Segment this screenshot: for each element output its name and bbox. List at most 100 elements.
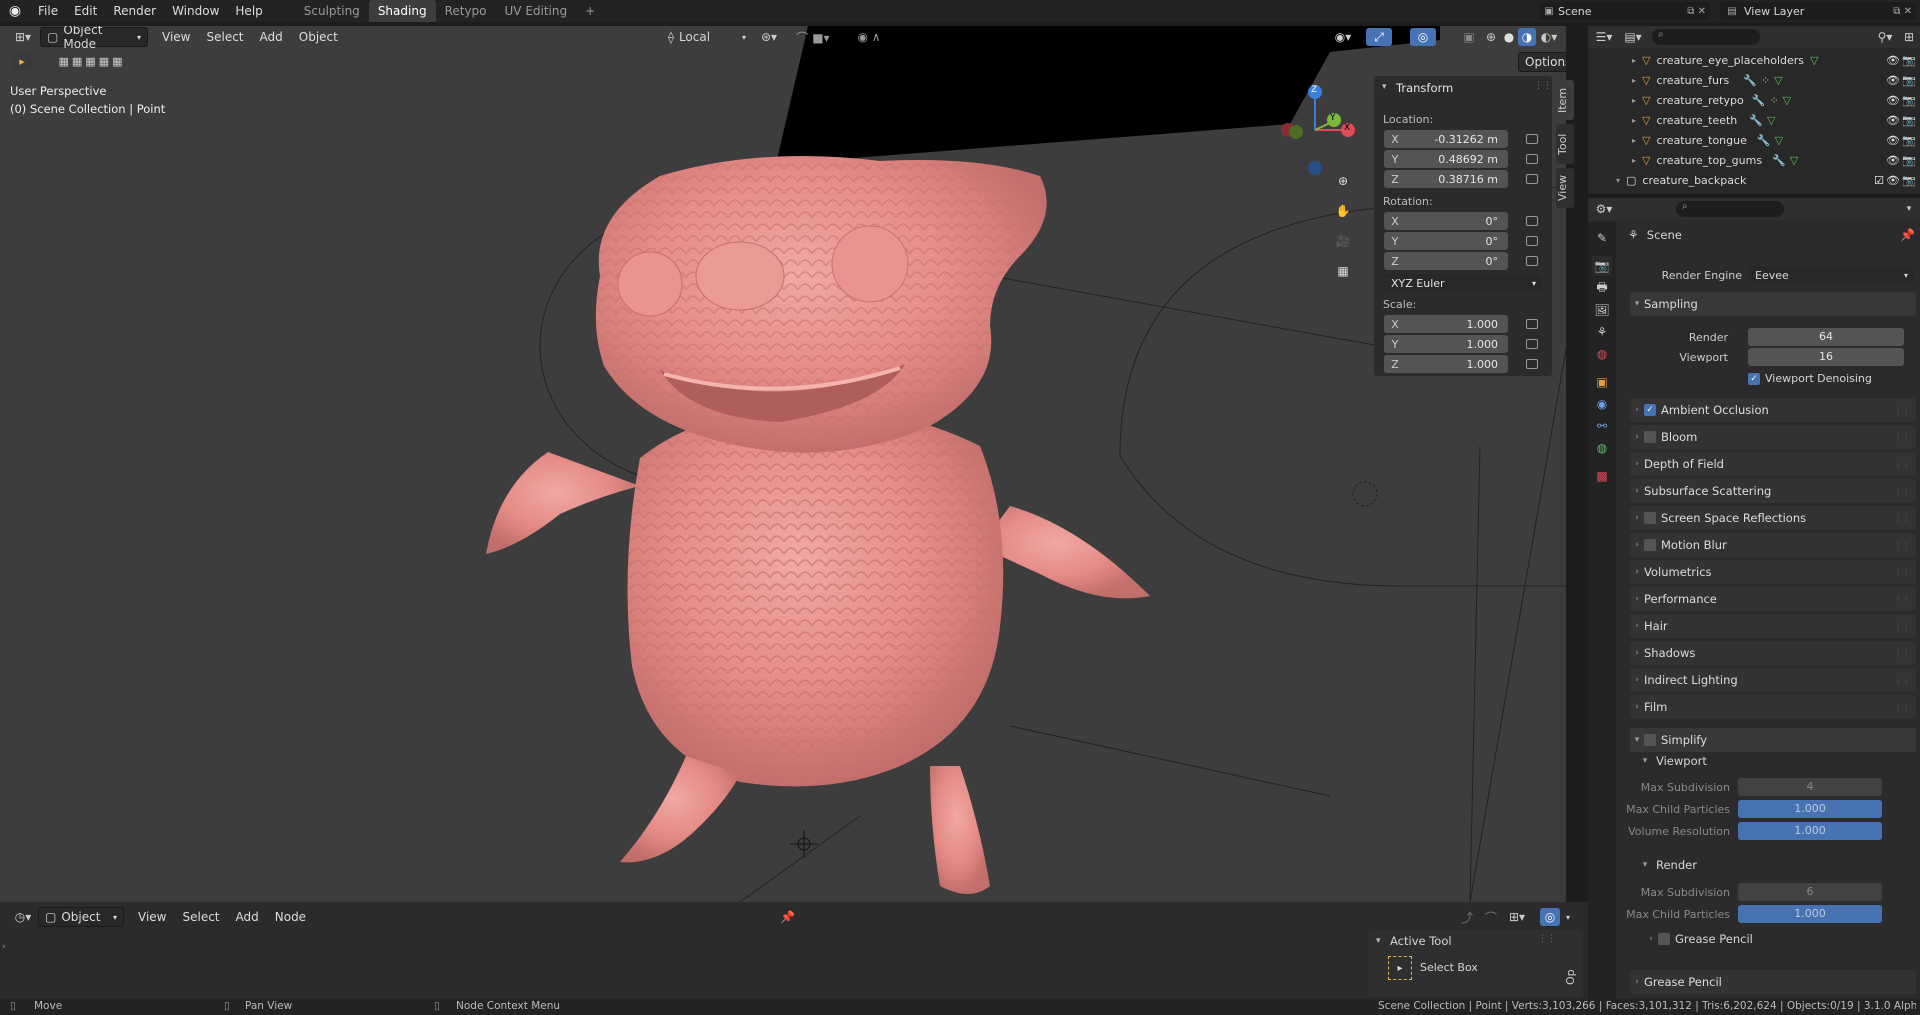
new-collection-icon[interactable]: ⊞ (1898, 30, 1920, 44)
editor-type-icon[interactable]: ☰▾ (1588, 30, 1620, 44)
selection-mode-icons[interactable]: ▦▦▦▦▦ (44, 52, 140, 70)
render-samples-field[interactable]: 64 (1748, 328, 1904, 346)
render-section-header[interactable]: › Indirect Lighting ⋮⋮ (1630, 668, 1916, 692)
location-x-field[interactable]: X -0.31262 m (1384, 130, 1508, 148)
menu-edit[interactable]: Edit (66, 0, 105, 22)
menu-window[interactable]: Window (164, 0, 227, 22)
visibility-eye-icon[interactable]: 👁 (1886, 74, 1900, 87)
scene-selector[interactable]: ▣ Scene ⧉ ✕ (1540, 2, 1710, 20)
output-tab-icon[interactable]: 🖶 (1592, 278, 1612, 298)
drag-handle-icon[interactable]: ⋮⋮ (1894, 676, 1910, 685)
editor-type-icon[interactable]: ⊞▾ (6, 30, 40, 44)
chevron-down-icon[interactable]: ▾ (1562, 913, 1574, 922)
outliner-search-input[interactable]: ⌕ (1652, 29, 1760, 45)
proportional-editing-icon[interactable]: ◉ ∧ (846, 28, 892, 46)
overlay-toggle-icon[interactable]: ◎ (1410, 28, 1436, 46)
editor-type-icon[interactable]: ⚙▾ (1588, 202, 1620, 216)
drag-handle-icon[interactable]: ⋮⋮ (1894, 649, 1910, 658)
simplify-grease-pencil-subpanel[interactable]: › Grease Pencil (1644, 932, 1753, 946)
visibility-icon[interactable]: ◉▾ (1330, 28, 1356, 46)
menu-render[interactable]: Render (105, 0, 164, 22)
render-section-header[interactable]: › Screen Space Reflections ⋮⋮ (1630, 506, 1916, 530)
gizmo-toggle-icon[interactable]: ⤢ (1366, 28, 1392, 46)
node-menu-add[interactable]: Add (228, 910, 267, 924)
viewport-max-subdivision-field[interactable]: 4 (1738, 778, 1882, 796)
shader-type-dropdown[interactable]: ▢ Object ▾ (38, 907, 124, 927)
render-section-header[interactable]: › Depth of Field ⋮⋮ (1630, 452, 1916, 476)
render-section-header[interactable]: › Film ⋮⋮ (1630, 695, 1916, 719)
editor-type-icon[interactable]: ◷▾ (8, 910, 38, 924)
outliner-row[interactable]: ▸ ▽ creature_retypo 🔧 ⁘ ▽ 👁 📷 (1588, 90, 1920, 110)
visibility-eye-icon[interactable]: 👁 (1886, 114, 1900, 127)
lock-icon[interactable] (1526, 256, 1538, 266)
drag-handle-icon[interactable]: ⋮⋮ (1538, 934, 1556, 944)
viewport-menu-object[interactable]: Object (291, 30, 346, 44)
pan-hand-icon[interactable]: ✋ (1332, 200, 1354, 222)
chevron-down-icon[interactable]: ▾ (1376, 936, 1381, 946)
3d-viewport[interactable]: ⊞▾ ▢ Object Mode ▾ View Select Add Objec… (0, 26, 1566, 902)
texture-tab-icon[interactable]: ▩ (1592, 466, 1612, 486)
tab-item[interactable]: Item (1556, 80, 1574, 120)
visibility-eye-icon[interactable]: 👁 (1886, 54, 1900, 67)
lock-icon[interactable] (1526, 319, 1538, 329)
new-view-layer-icon[interactable]: ⧉ ✕ (1893, 6, 1912, 17)
scale-z-field[interactable]: Z 1.000 (1384, 355, 1508, 373)
parent-node-icon[interactable]: ⤴ (1458, 909, 1476, 926)
filter-icon[interactable]: ⚲▾ (1872, 30, 1898, 44)
options-dropdown[interactable]: Options ▾ (1518, 52, 1566, 72)
lock-icon[interactable] (1526, 174, 1538, 184)
rotation-z-field[interactable]: Z 0° (1384, 252, 1508, 270)
add-workspace-icon[interactable]: + (576, 0, 604, 22)
render-camera-icon[interactable]: 📷 (1902, 154, 1916, 167)
lock-icon[interactable] (1526, 216, 1538, 226)
outliner-row[interactable]: ▸ ▽ creature_top_gums 🔧 ▽ 👁 📷 (1588, 150, 1920, 170)
node-editor[interactable]: ◷▾ ▢ Object ▾ View Select Add Node 📌 ⤴ ⌒… (0, 902, 1588, 999)
checkbox-icon[interactable] (1644, 539, 1656, 551)
location-z-field[interactable]: Z 0.38716 m (1384, 170, 1508, 188)
snap-options-icon[interactable]: ⊞▾ (1504, 910, 1530, 924)
viewport-denoising-checkbox[interactable]: ✓ Viewport Denoising (1748, 372, 1872, 385)
tab-sculpting[interactable]: Sculpting (295, 0, 369, 22)
rotation-mode-dropdown[interactable]: XYZ Euler ▾ (1384, 274, 1542, 292)
lock-icon[interactable] (1526, 154, 1538, 164)
snap-node-icon[interactable]: ⌒ (1482, 909, 1500, 926)
new-scene-icon[interactable]: ⧉ ✕ (1687, 6, 1706, 17)
render-camera-icon[interactable]: 📷 (1902, 114, 1916, 127)
render-camera-icon[interactable]: 📷 (1902, 54, 1916, 67)
toolbar-expand-icon[interactable]: › (2, 942, 6, 952)
physics-tab-icon[interactable]: ◉ (1592, 394, 1612, 414)
render-engine-dropdown[interactable]: Eevee ▾ (1748, 266, 1914, 284)
visibility-eye-icon[interactable]: 👁 (1886, 154, 1900, 167)
visibility-eye-icon[interactable]: 👁 (1886, 134, 1900, 147)
drag-handle-icon[interactable]: ⋮⋮ (1894, 622, 1910, 631)
render-camera-icon[interactable]: 📷 (1902, 94, 1916, 107)
visibility-eye-icon[interactable]: 👁 (1886, 94, 1900, 107)
checkbox-checked-icon[interactable]: ✓ (1644, 404, 1656, 416)
grease-pencil-panel-header[interactable]: › Grease Pencil (1630, 970, 1916, 994)
location-y-field[interactable]: Y 0.48692 m (1384, 150, 1508, 168)
tab-tool[interactable]: Tool (1556, 124, 1574, 164)
tab-uv-editing[interactable]: UV Editing (496, 0, 577, 22)
viewport-volume-resolution-field[interactable]: 1.000 (1738, 822, 1882, 840)
outliner-row[interactable]: ▸ ▽ creature_tongue 🔧 ▽ 👁 📷 (1588, 130, 1920, 150)
render-section-header[interactable]: › Subsurface Scattering ⋮⋮ (1630, 479, 1916, 503)
ortho-grid-icon[interactable]: ▦ (1332, 260, 1354, 282)
drag-handle-icon[interactable]: ⋮⋮ (1534, 81, 1552, 91)
drag-handle-icon[interactable]: ⋮⋮ (1894, 460, 1910, 469)
chevron-down-icon[interactable]: ▾ (1382, 82, 1387, 92)
object-mode-dropdown[interactable]: ▢ Object Mode ▾ (40, 26, 148, 51)
checkbox-icon[interactable] (1644, 431, 1656, 443)
scale-y-field[interactable]: Y 1.000 (1384, 335, 1508, 353)
simplify-panel-header[interactable]: ▾ Simplify (1630, 728, 1916, 752)
render-section-header[interactable]: › Motion Blur ⋮⋮ (1630, 533, 1916, 557)
constraints-tab-icon[interactable]: ⚯ (1592, 416, 1612, 436)
select-box-icon[interactable]: ▸ (1388, 956, 1412, 980)
outliner-row[interactable]: ▸ ▽ creature_teeth 🔧 ▽ 👁 📷 (1588, 110, 1920, 130)
drag-handle-icon[interactable]: ⋮⋮ (1894, 487, 1910, 496)
display-mode-icon[interactable]: ▤▾ (1620, 30, 1646, 44)
checkbox-icon[interactable] (1658, 933, 1670, 945)
scale-x-field[interactable]: X 1.000 (1384, 315, 1508, 333)
drag-handle-icon[interactable]: ⋮⋮ (1894, 433, 1910, 442)
render-section-header[interactable]: › Bloom ⋮⋮ (1630, 425, 1916, 449)
render-section-header[interactable]: › Performance ⋮⋮ (1630, 587, 1916, 611)
